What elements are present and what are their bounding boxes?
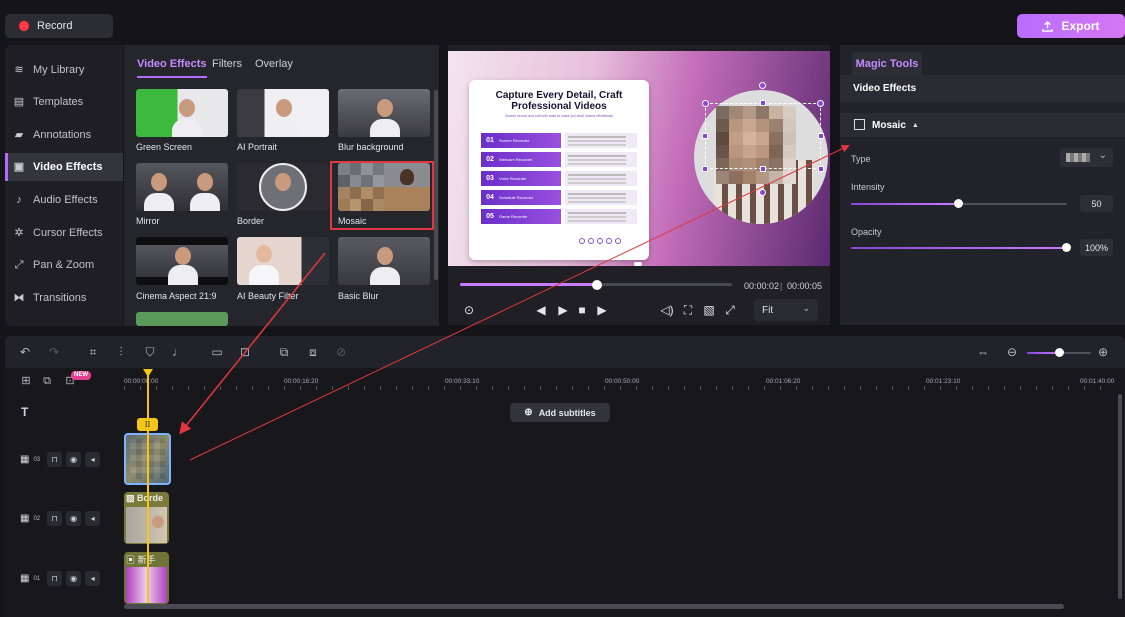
annotation-arrows xyxy=(179,144,850,461)
editor-window: Record Export ≋ My Library ▤ Templates ▰ An… xyxy=(0,0,1125,617)
arrow-to-preview-mosaic xyxy=(189,144,850,461)
arrow-to-timeline-clip xyxy=(179,252,326,435)
